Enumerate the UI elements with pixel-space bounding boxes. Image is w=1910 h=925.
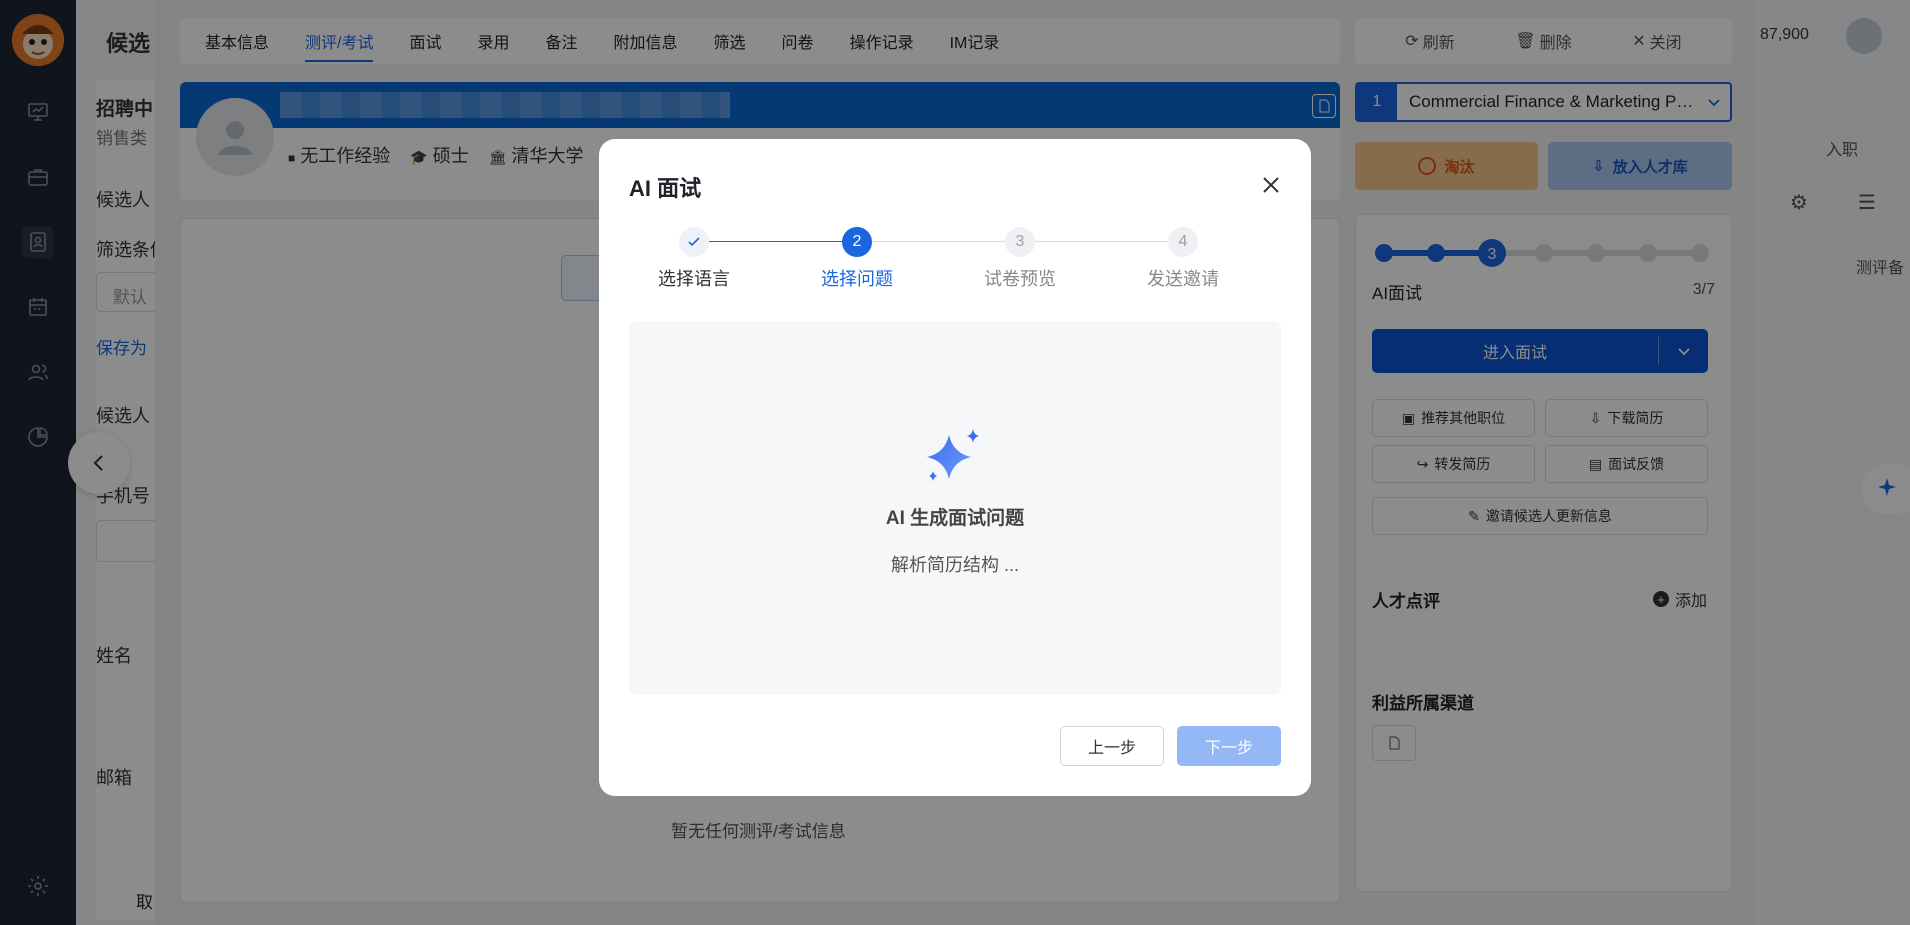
step-label: 选择问题: [821, 269, 893, 289]
question-generation-area: AI 生成面试问题 解析简历结构 ...: [629, 321, 1281, 695]
step-label: 发送邀请: [1147, 269, 1219, 289]
ai-interview-modal: AI 面试 选择语言 2 选择问题 3 试卷预览 4 发送邀请 AI 生成面试问…: [599, 139, 1311, 796]
loading-title: AI 生成面试问题: [885, 508, 1025, 529]
modal-title: AI 面试: [629, 176, 702, 201]
step-1[interactable]: 选择语言: [634, 227, 754, 291]
prev-step-button[interactable]: 上一步: [1060, 726, 1164, 766]
sparkle-icon: [927, 429, 979, 481]
stepper: 选择语言 2 选择问题 3 试卷预览 4 发送邀请: [629, 227, 1281, 297]
step-number: 2: [842, 227, 872, 257]
step-2[interactable]: 2 选择问题: [797, 227, 917, 291]
step-number: 4: [1168, 227, 1198, 257]
step-number: 3: [1005, 227, 1035, 257]
next-step-button[interactable]: 下一步: [1177, 726, 1281, 766]
step-label: 试卷预览: [984, 269, 1056, 289]
step-label: 选择语言: [658, 269, 730, 289]
close-icon: [1263, 177, 1279, 193]
step-3[interactable]: 3 试卷预览: [960, 227, 1080, 291]
close-modal-button[interactable]: [1257, 171, 1285, 199]
check-icon: [679, 227, 709, 257]
loading-status: 解析简历结构 ...: [890, 555, 1019, 575]
step-4[interactable]: 4 发送邀请: [1123, 227, 1243, 291]
